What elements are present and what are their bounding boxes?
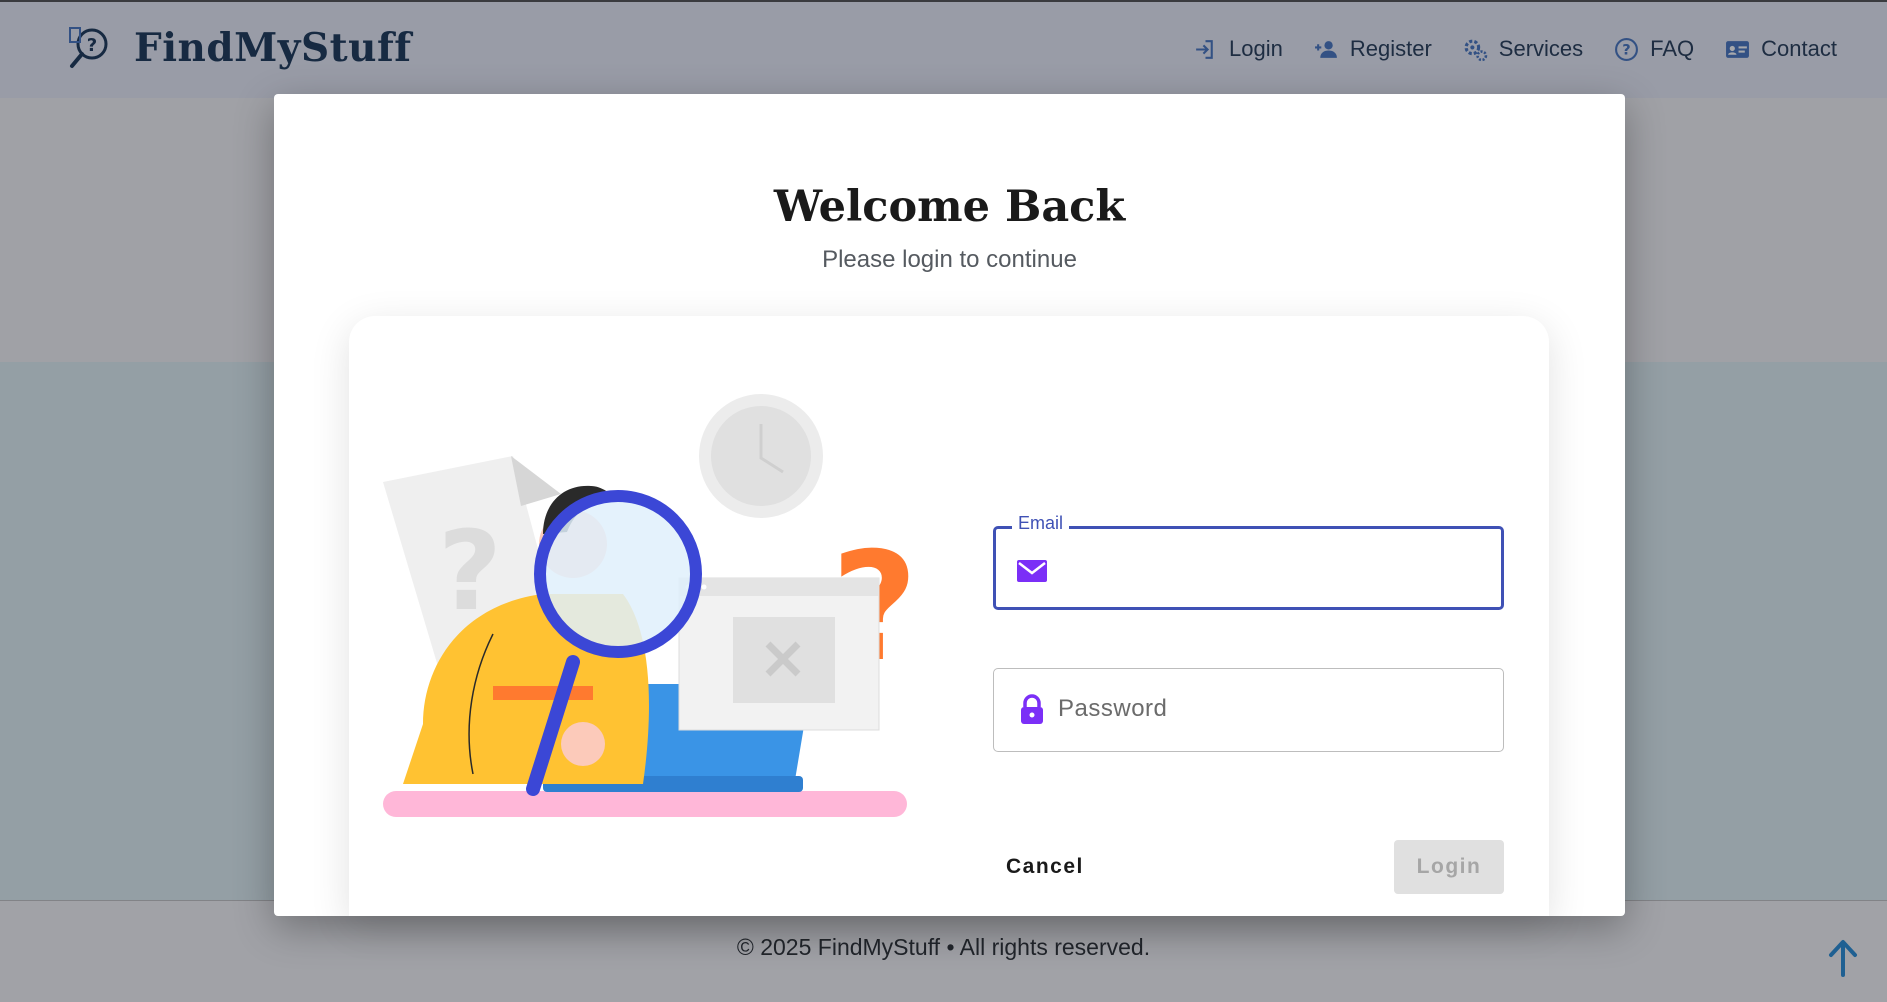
email-input[interactable] <box>1060 539 1490 599</box>
search-illustration: ? ? <box>383 394 918 817</box>
email-field[interactable]: Email <box>993 513 1504 610</box>
login-button[interactable]: Login <box>1394 840 1504 894</box>
password-field[interactable] <box>993 668 1504 752</box>
modal-title: Welcome Back <box>773 182 1126 232</box>
email-label: Email <box>1012 513 1070 534</box>
password-input[interactable] <box>1058 679 1488 739</box>
login-modal: Welcome Back Please login to continue ? … <box>274 94 1625 916</box>
modal-subtitle: Please login to continue <box>822 246 1077 273</box>
envelope-icon <box>1017 560 1047 582</box>
login-card: ? ? <box>349 316 1549 916</box>
lock-icon <box>1021 694 1043 724</box>
cancel-button[interactable]: Cancel <box>993 840 1097 894</box>
